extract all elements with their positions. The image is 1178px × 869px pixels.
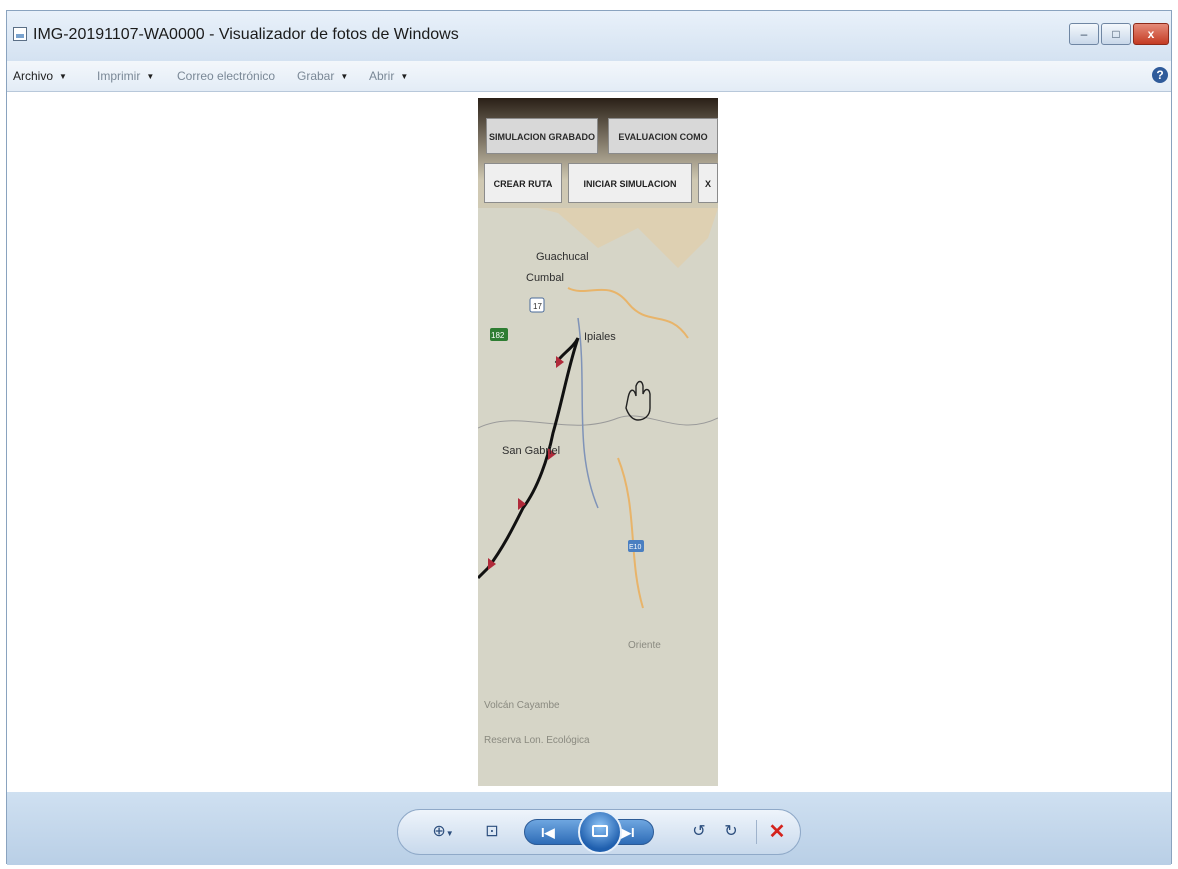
maximize-button[interactable]: □: [1101, 23, 1131, 45]
chevron-down-icon: ▼: [340, 72, 349, 81]
rotate-clockwise-icon[interactable]: ↻: [720, 820, 742, 844]
menu-grabar-label: Grabar: [297, 69, 335, 83]
map-label-guachucal: Guachucal: [536, 251, 589, 263]
chevron-down-icon: ▼: [59, 72, 67, 81]
rotate-counterclockwise-icon[interactable]: ↺: [688, 820, 710, 844]
previous-icon[interactable]: I◀: [541, 821, 555, 845]
photo-tab-evaluacion: EVALUACION COMO: [608, 118, 718, 154]
delete-icon[interactable]: ✕: [766, 820, 788, 844]
map-label-reserva: Reserva Lon. Ecológica: [484, 735, 590, 746]
menu-imprimir-label: Imprimir: [97, 69, 141, 83]
road-label-182: 182: [491, 331, 505, 340]
photo-map: Guachucal Cumbal Ipiales San Gabriel 17 …: [478, 208, 718, 786]
map-label-oriente: Oriente: [628, 640, 661, 651]
chevron-down-icon: ▼: [146, 72, 155, 81]
toolbar-separator: [756, 820, 757, 844]
fit-window-icon[interactable]: ⊡: [480, 820, 504, 844]
menu-bar: Archivo ▼ Imprimir ▼ Correo electrónico Gr…: [7, 61, 1171, 92]
app-icon[interactable]: [13, 27, 27, 41]
menu-archivo[interactable]: Archivo ▼: [13, 69, 67, 83]
control-pill: ⊕▼ ⊡ I◀ ▶I ↺ ↻ ✕: [397, 809, 801, 855]
photo-button-crear-ruta: CREAR RUTA: [484, 163, 562, 203]
photo-tab-simulacion: SIMULACION GRABADO: [486, 118, 598, 154]
menu-archivo-label: Archivo: [13, 69, 54, 83]
map-label-cumbal: Cumbal: [526, 272, 564, 284]
menu-grabar[interactable]: Grabar ▼: [297, 69, 348, 83]
bottom-toolbar: ⊕▼ ⊡ I◀ ▶I ↺ ↻ ✕: [7, 792, 1171, 865]
slideshow-icon: [592, 825, 608, 837]
menu-correo[interactable]: Correo electrónico: [177, 69, 275, 83]
next-icon[interactable]: ▶I: [621, 821, 635, 845]
menu-abrir-label: Abrir: [369, 69, 395, 83]
close-button[interactable]: x: [1133, 23, 1169, 45]
image-viewport[interactable]: SIMULACION GRABADO EVALUACION COMO CREAR…: [7, 92, 1171, 792]
title-bar[interactable]: IMG-20191107-WA0000 - Visualizador de fo…: [7, 11, 1171, 61]
menu-abrir[interactable]: Abrir ▼: [369, 69, 408, 83]
photo-viewer-window: IMG-20191107-WA0000 - Visualizador de fo…: [6, 10, 1172, 865]
road-label-e10: E10: [629, 544, 642, 551]
map-label-volcan: Volcán Cayambe: [484, 700, 560, 711]
minimize-button[interactable]: –: [1069, 23, 1099, 45]
menu-imprimir[interactable]: Imprimir ▼: [97, 69, 154, 83]
map-label-ipiales: Ipiales: [584, 331, 616, 343]
displayed-photo: SIMULACION GRABADO EVALUACION COMO CREAR…: [478, 98, 718, 786]
window-title: IMG-20191107-WA0000 - Visualizador de fo…: [33, 26, 459, 43]
help-icon[interactable]: ?: [1152, 67, 1168, 83]
map-label-san-gabriel: San Gabriel: [502, 445, 560, 457]
zoom-icon[interactable]: ⊕▼: [428, 820, 458, 846]
chevron-down-icon: ▼: [400, 72, 409, 81]
photo-button-iniciar-simulacion: INICIAR SIMULACION: [568, 163, 692, 203]
slideshow-button[interactable]: [578, 810, 622, 854]
menu-correo-label: Correo electrónico: [177, 69, 276, 83]
photo-button-x: X: [698, 163, 718, 203]
road-label-17: 17: [533, 302, 542, 311]
